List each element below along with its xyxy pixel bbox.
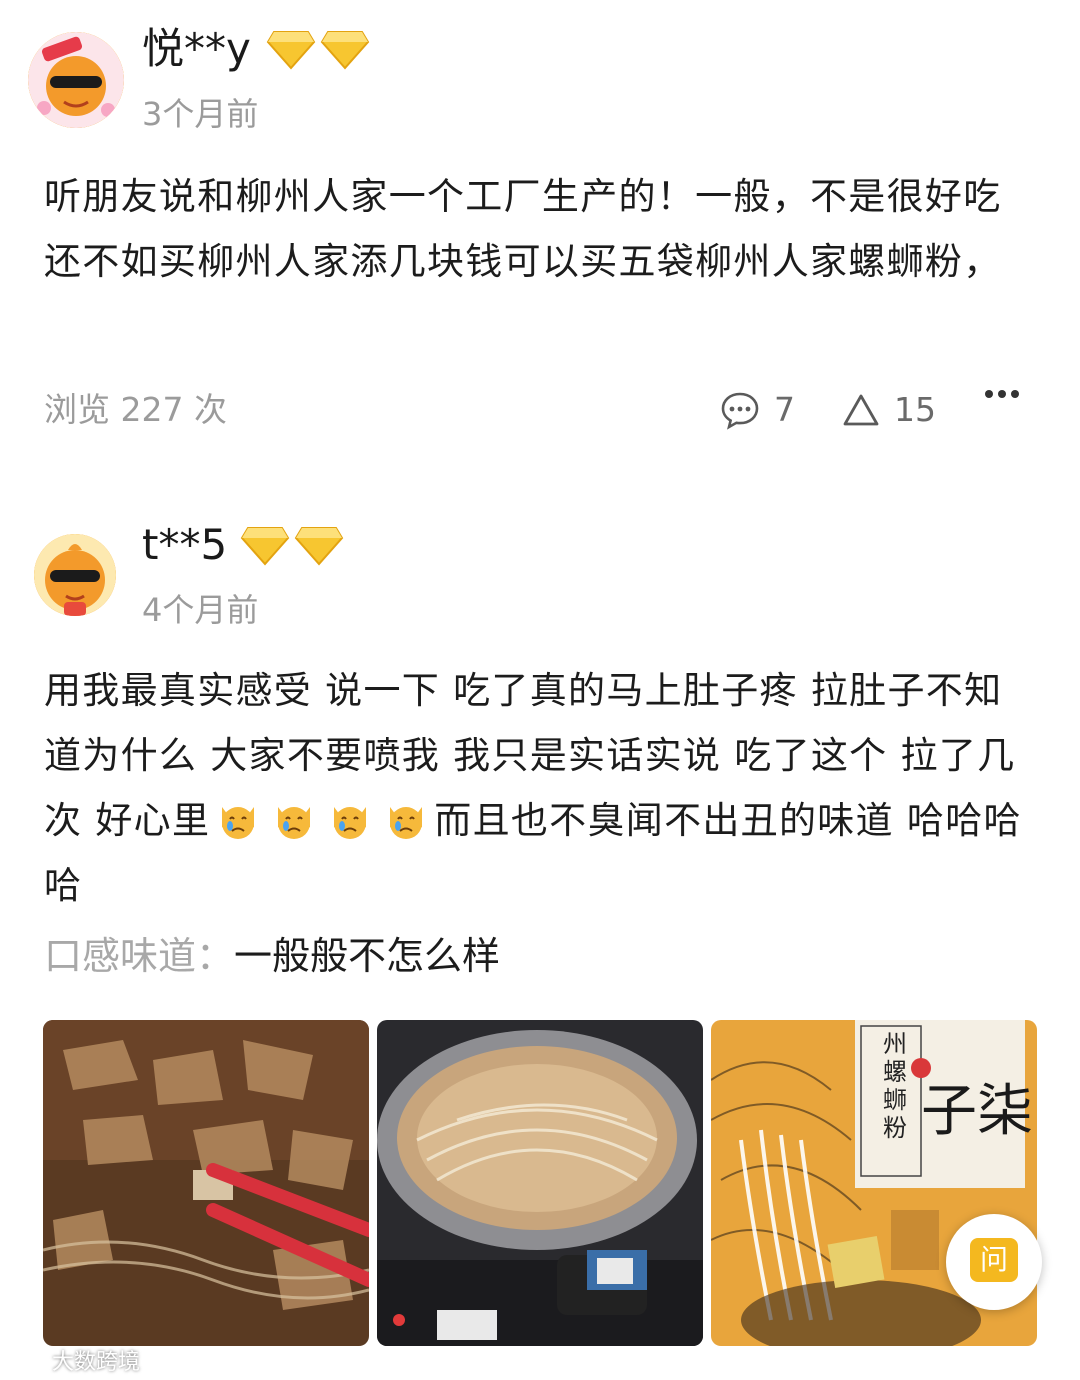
post-time: 3个月前 <box>142 95 259 133</box>
crying-cat-emoji <box>334 807 367 839</box>
package-brand: 子柒 <box>921 1079 1033 1144</box>
package-text: 州 <box>883 1030 907 1058</box>
view-count: 浏览 227 次 <box>44 390 227 429</box>
watermark-text: 大数跨境 <box>52 1350 141 1375</box>
review-photo[interactable] <box>43 1020 369 1346</box>
more-button[interactable] <box>984 388 1020 400</box>
diamond-icon <box>320 31 370 70</box>
crying-cat-emoji <box>222 807 255 839</box>
pot-noodles-photo <box>377 1020 703 1346</box>
noodle-soup-photo <box>43 1020 369 1346</box>
crying-cat-emoji <box>278 807 311 839</box>
crying-cat-emoji <box>390 807 423 839</box>
diamond-icon <box>266 31 316 70</box>
comment-icon <box>721 392 759 430</box>
review-stats-bar: 浏览 227 次 7 15 <box>0 388 1080 432</box>
post-time: 4个月前 <box>142 591 259 629</box>
review-text: 听朋友说和柳州人家一个工厂生产的！一般，不是很好吃还不如买柳州人家添几块钱可以买… <box>44 175 1002 283</box>
thumb-up-icon <box>843 394 879 426</box>
more-icon <box>985 390 1019 398</box>
username[interactable]: t**5 <box>142 520 227 570</box>
ask-button[interactable]: 问 <box>946 1214 1042 1310</box>
taste-rating: 口感味道：一般般不怎么样 <box>44 930 500 982</box>
review-photo[interactable] <box>377 1020 703 1346</box>
taste-label: 口感味道： <box>44 934 235 978</box>
like-count: 15 <box>894 390 936 429</box>
level-badges <box>266 28 370 70</box>
comment-count: 7 <box>774 390 795 429</box>
package-text: 蛳 <box>883 1086 907 1114</box>
like-button[interactable]: 15 <box>842 388 936 432</box>
level-badges <box>240 524 344 566</box>
package-text: 粉 <box>883 1114 907 1142</box>
package-text: 螺 <box>883 1058 907 1086</box>
taste-value: 一般般不怎么样 <box>234 934 501 978</box>
emoji-group <box>210 799 434 842</box>
review-text: 用我最真实感受 说一下 吃了真的马上肚子疼 拉肚子不知道为什么 大家不要喷我 我… <box>44 658 1039 918</box>
watermark-logo-icon <box>8 1350 44 1370</box>
watermark: 大数跨境 <box>8 1344 140 1376</box>
diamond-icon <box>240 527 290 566</box>
ask-label: 问 <box>970 1238 1018 1282</box>
diamond-icon <box>294 527 344 566</box>
user-avatar[interactable] <box>34 534 116 616</box>
user-avatar[interactable] <box>28 32 124 128</box>
username[interactable]: 悦**y <box>142 24 251 74</box>
comment-button[interactable]: 7 <box>720 388 795 432</box>
